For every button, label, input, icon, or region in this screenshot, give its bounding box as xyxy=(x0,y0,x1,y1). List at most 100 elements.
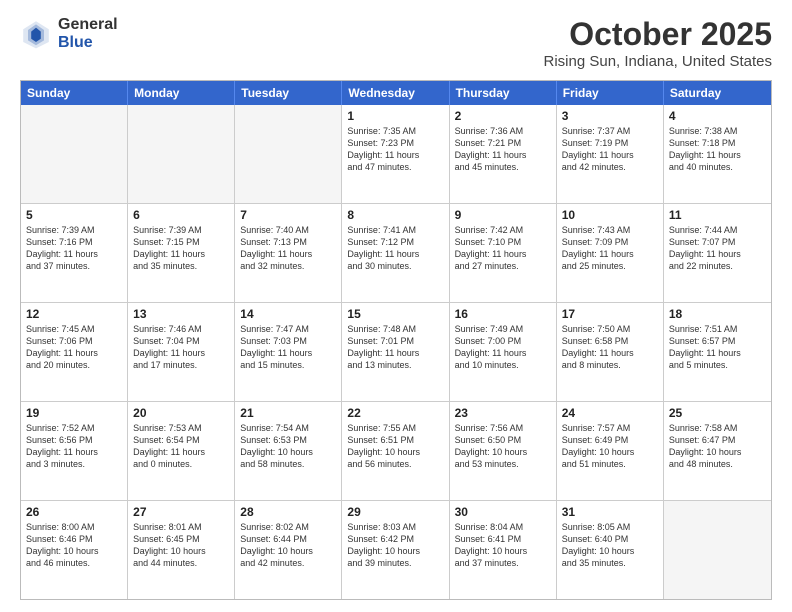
day-number: 28 xyxy=(240,505,336,519)
day-info: Sunrise: 7:40 AM Sunset: 7:13 PM Dayligh… xyxy=(240,224,336,273)
calendar-cell-day-11: 11Sunrise: 7:44 AM Sunset: 7:07 PM Dayli… xyxy=(664,204,771,302)
calendar-cell-day-7: 7Sunrise: 7:40 AM Sunset: 7:13 PM Daylig… xyxy=(235,204,342,302)
calendar-cell-empty xyxy=(128,105,235,203)
calendar-cell-day-22: 22 Sunrise: 7:55 AM Sunset: 6:51 PM Dayli… xyxy=(342,402,449,500)
day-info: Sunrise: 8:01 AM Sunset: 6:45 PM Dayligh… xyxy=(133,521,229,570)
day-info: Sunrise: 7:39 AM Sunset: 7:15 PM Dayligh… xyxy=(133,224,229,273)
day-info: Sunrise: 7:56 AM Sunset: 6:50 PM Dayligh… xyxy=(455,422,551,471)
day-number: 22 xyxy=(347,406,443,420)
calendar-cell-day-18: 18Sunrise: 7:51 AM Sunset: 6:57 PM Dayli… xyxy=(664,303,771,401)
calendar-cell-day-1: 1Sunrise: 7:35 AM Sunset: 7:23 PM Daylig… xyxy=(342,105,449,203)
day-info: Sunrise: 7:36 AM Sunset: 7:21 PM Dayligh… xyxy=(455,125,551,174)
day-info: Sunrise: 7:51 AM Sunset: 6:57 PM Dayligh… xyxy=(669,323,766,372)
calendar-cell-day-30: 30 Sunrise: 8:04 AM Sunset: 6:41 PM Dayli… xyxy=(450,501,557,599)
day-number: 2 xyxy=(455,109,551,123)
calendar-cell-empty xyxy=(21,105,128,203)
day-number: 6 xyxy=(133,208,229,222)
calendar-cell-day-17: 17 Sunrise: 7:50 AM Sunset: 6:58 PM Dayli… xyxy=(557,303,664,401)
calendar-row-5: 26 Sunrise: 8:00 AM Sunset: 6:46 PM Dayli… xyxy=(21,501,771,599)
day-number: 8 xyxy=(347,208,443,222)
day-number: 12 xyxy=(26,307,122,321)
day-number: 27 xyxy=(133,505,229,519)
day-info: Sunrise: 8:05 AM Sunset: 6:40 PM Dayligh… xyxy=(562,521,658,570)
logo-icon xyxy=(20,18,52,50)
day-info: Sunrise: 7:42 AM Sunset: 7:10 PM Dayligh… xyxy=(455,224,551,273)
day-number: 26 xyxy=(26,505,122,519)
calendar-cell-day-5: 5 Sunrise: 7:39 AM Sunset: 7:16 PM Daylig… xyxy=(21,204,128,302)
day-info: Sunrise: 7:37 AM Sunset: 7:19 PM Dayligh… xyxy=(562,125,658,174)
calendar-cell-day-31: 31Sunrise: 8:05 AM Sunset: 6:40 PM Dayli… xyxy=(557,501,664,599)
day-number: 10 xyxy=(562,208,658,222)
day-number: 15 xyxy=(347,307,443,321)
day-info: Sunrise: 7:50 AM Sunset: 6:58 PM Dayligh… xyxy=(562,323,658,372)
calendar-cell-day-6: 6 Sunrise: 7:39 AM Sunset: 7:15 PM Daylig… xyxy=(128,204,235,302)
day-number: 21 xyxy=(240,406,336,420)
day-info: Sunrise: 7:44 AM Sunset: 7:07 PM Dayligh… xyxy=(669,224,766,273)
day-info: Sunrise: 7:41 AM Sunset: 7:12 PM Dayligh… xyxy=(347,224,443,273)
month-title: October 2025 xyxy=(544,16,772,53)
header-day-saturday: Saturday xyxy=(664,81,771,105)
day-info: Sunrise: 7:38 AM Sunset: 7:18 PM Dayligh… xyxy=(669,125,766,174)
header-day-friday: Friday xyxy=(557,81,664,105)
day-number: 25 xyxy=(669,406,766,420)
header-day-sunday: Sunday xyxy=(21,81,128,105)
day-number: 3 xyxy=(562,109,658,123)
calendar-cell-day-9: 9 Sunrise: 7:42 AM Sunset: 7:10 PM Daylig… xyxy=(450,204,557,302)
calendar-cell-day-4: 4 Sunrise: 7:38 AM Sunset: 7:18 PM Daylig… xyxy=(664,105,771,203)
header-day-monday: Monday xyxy=(128,81,235,105)
calendar-header: SundayMondayTuesdayWednesdayThursdayFrid… xyxy=(21,81,771,105)
calendar-cell-day-21: 21 Sunrise: 7:54 AM Sunset: 6:53 PM Dayli… xyxy=(235,402,342,500)
calendar-row-4: 19 Sunrise: 7:52 AM Sunset: 6:56 PM Dayli… xyxy=(21,402,771,501)
calendar-cell-empty xyxy=(235,105,342,203)
logo: General Blue xyxy=(20,16,118,51)
calendar-cell-day-27: 27 Sunrise: 8:01 AM Sunset: 6:45 PM Dayli… xyxy=(128,501,235,599)
location: Rising Sun, Indiana, United States xyxy=(544,53,772,70)
calendar-cell-day-8: 8 Sunrise: 7:41 AM Sunset: 7:12 PM Daylig… xyxy=(342,204,449,302)
calendar-cell-empty xyxy=(664,501,771,599)
day-number: 5 xyxy=(26,208,122,222)
day-info: Sunrise: 7:43 AM Sunset: 7:09 PM Dayligh… xyxy=(562,224,658,273)
calendar-cell-day-10: 10 Sunrise: 7:43 AM Sunset: 7:09 PM Dayli… xyxy=(557,204,664,302)
calendar-cell-day-19: 19 Sunrise: 7:52 AM Sunset: 6:56 PM Dayli… xyxy=(21,402,128,500)
day-info: Sunrise: 7:49 AM Sunset: 7:00 PM Dayligh… xyxy=(455,323,551,372)
logo-general-text: General xyxy=(58,16,118,34)
day-info: Sunrise: 7:45 AM Sunset: 7:06 PM Dayligh… xyxy=(26,323,122,372)
day-info: Sunrise: 7:35 AM Sunset: 7:23 PM Dayligh… xyxy=(347,125,443,174)
calendar-cell-day-16: 16 Sunrise: 7:49 AM Sunset: 7:00 PM Dayli… xyxy=(450,303,557,401)
calendar-cell-day-24: 24Sunrise: 7:57 AM Sunset: 6:49 PM Dayli… xyxy=(557,402,664,500)
calendar-row-3: 12 Sunrise: 7:45 AM Sunset: 7:06 PM Dayli… xyxy=(21,303,771,402)
day-info: Sunrise: 7:54 AM Sunset: 6:53 PM Dayligh… xyxy=(240,422,336,471)
day-info: Sunrise: 8:00 AM Sunset: 6:46 PM Dayligh… xyxy=(26,521,122,570)
calendar: SundayMondayTuesdayWednesdayThursdayFrid… xyxy=(20,80,772,600)
day-info: Sunrise: 7:57 AM Sunset: 6:49 PM Dayligh… xyxy=(562,422,658,471)
day-info: Sunrise: 7:52 AM Sunset: 6:56 PM Dayligh… xyxy=(26,422,122,471)
calendar-body: 1Sunrise: 7:35 AM Sunset: 7:23 PM Daylig… xyxy=(21,105,771,599)
day-number: 4 xyxy=(669,109,766,123)
day-info: Sunrise: 8:04 AM Sunset: 6:41 PM Dayligh… xyxy=(455,521,551,570)
day-number: 29 xyxy=(347,505,443,519)
page: General Blue October 2025 Rising Sun, In… xyxy=(0,0,792,612)
calendar-row-2: 5 Sunrise: 7:39 AM Sunset: 7:16 PM Daylig… xyxy=(21,204,771,303)
day-number: 17 xyxy=(562,307,658,321)
day-info: Sunrise: 7:39 AM Sunset: 7:16 PM Dayligh… xyxy=(26,224,122,273)
day-info: Sunrise: 8:03 AM Sunset: 6:42 PM Dayligh… xyxy=(347,521,443,570)
title-block: October 2025 Rising Sun, Indiana, United… xyxy=(544,16,772,70)
header: General Blue October 2025 Rising Sun, In… xyxy=(20,16,772,70)
day-number: 9 xyxy=(455,208,551,222)
calendar-cell-day-12: 12 Sunrise: 7:45 AM Sunset: 7:06 PM Dayli… xyxy=(21,303,128,401)
header-day-tuesday: Tuesday xyxy=(235,81,342,105)
day-info: Sunrise: 7:47 AM Sunset: 7:03 PM Dayligh… xyxy=(240,323,336,372)
header-day-thursday: Thursday xyxy=(450,81,557,105)
calendar-cell-day-13: 13 Sunrise: 7:46 AM Sunset: 7:04 PM Dayli… xyxy=(128,303,235,401)
day-number: 23 xyxy=(455,406,551,420)
day-info: Sunrise: 7:46 AM Sunset: 7:04 PM Dayligh… xyxy=(133,323,229,372)
day-info: Sunrise: 7:55 AM Sunset: 6:51 PM Dayligh… xyxy=(347,422,443,471)
day-number: 16 xyxy=(455,307,551,321)
calendar-cell-day-2: 2 Sunrise: 7:36 AM Sunset: 7:21 PM Daylig… xyxy=(450,105,557,203)
calendar-cell-day-26: 26 Sunrise: 8:00 AM Sunset: 6:46 PM Dayli… xyxy=(21,501,128,599)
day-number: 30 xyxy=(455,505,551,519)
calendar-cell-day-28: 28Sunrise: 8:02 AM Sunset: 6:44 PM Dayli… xyxy=(235,501,342,599)
logo-blue-text: Blue xyxy=(58,34,118,52)
day-number: 19 xyxy=(26,406,122,420)
day-number: 13 xyxy=(133,307,229,321)
